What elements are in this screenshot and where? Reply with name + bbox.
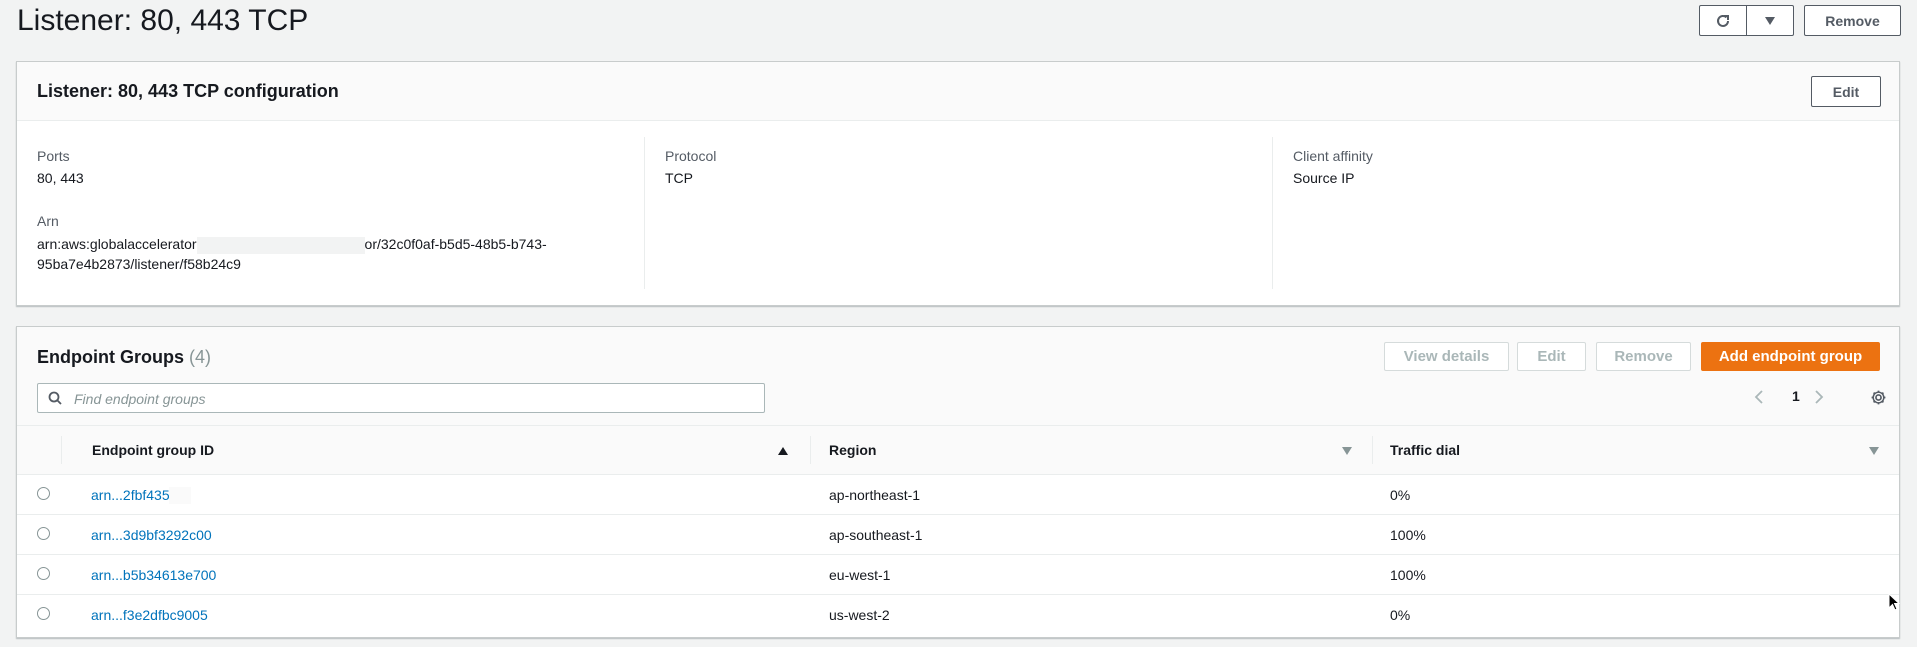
search-box[interactable]	[37, 383, 765, 413]
arn-label: Arn	[37, 213, 59, 229]
row-radio[interactable]	[37, 567, 50, 580]
refresh-button[interactable]	[1699, 5, 1747, 36]
table-header: Endpoint group ID Region Traffic dial	[17, 425, 1899, 475]
region-cell: us-west-2	[829, 607, 890, 623]
arn-value: arn:aws:globalaccelerator or/32c0f0af-b5d…	[37, 234, 597, 274]
actions-dropdown-button[interactable]	[1746, 5, 1794, 36]
column-divider	[1272, 137, 1273, 289]
column-label: Endpoint group ID	[92, 442, 215, 458]
table-row[interactable]: arn...2fbf4354 ap-northeast-1 0%	[17, 475, 1899, 515]
endpoint-group-id-cell: arn...3d9bf3292c00	[91, 515, 212, 555]
region-cell: ap-southeast-1	[829, 527, 923, 543]
endpoint-groups-count: (4)	[189, 347, 211, 367]
endpoint-group-link[interactable]: arn...b5b34613e700	[91, 567, 216, 583]
chevron-right-icon	[1815, 390, 1824, 404]
traffic-dial-cell: 100%	[1390, 567, 1426, 583]
endpoint-group-id-cell: arn...f3e2dfbc9005	[91, 595, 208, 635]
endpoint-group-link[interactable]: arn...3d9bf3292c00	[91, 527, 212, 543]
remove-listener-button[interactable]: Remove	[1804, 5, 1901, 36]
traffic-dial-cell: 0%	[1390, 607, 1411, 623]
gear-icon	[1871, 390, 1886, 405]
region-cell: eu-west-1	[829, 567, 891, 583]
client-affinity-label: Client affinity	[1293, 148, 1373, 164]
column-label: Region	[829, 442, 877, 458]
table-row[interactable]: arn...b5b34613e700 eu-west-1 100%	[17, 555, 1899, 595]
endpoint-groups-panel: Endpoint Groups (4) View details Edit Re…	[16, 326, 1900, 638]
edit-listener-button[interactable]: Edit	[1811, 76, 1881, 107]
previous-page-button[interactable]	[1753, 389, 1765, 410]
client-affinity-value: Source IP	[1293, 170, 1355, 186]
chevron-left-icon	[1754, 390, 1763, 404]
remove-endpoint-group-button[interactable]: Remove	[1596, 342, 1691, 371]
endpoint-group-id-cell: arn...b5b34613e700	[91, 555, 216, 595]
column-label: Traffic dial	[1390, 442, 1461, 458]
traffic-dial-cell: 100%	[1390, 527, 1426, 543]
add-endpoint-group-button[interactable]: Add endpoint group	[1701, 342, 1880, 371]
ports-label: Ports	[37, 148, 70, 164]
sort-ascending-icon	[778, 447, 788, 455]
redacted-region	[169, 486, 192, 504]
page-title: Listener: 80, 443 TCP	[17, 4, 309, 37]
search-icon	[48, 391, 62, 405]
arn-suffix: or/32c0f0af-b5d5-48b5-b743-	[364, 236, 547, 252]
view-details-button[interactable]: View details	[1384, 342, 1509, 371]
search-input[interactable]	[72, 387, 756, 411]
column-header-region[interactable]: Region	[829, 426, 1369, 474]
row-radio[interactable]	[37, 487, 50, 500]
column-divider	[61, 436, 62, 464]
region-cell: ap-northeast-1	[829, 487, 921, 503]
column-divider	[810, 436, 811, 464]
column-divider	[644, 137, 645, 289]
mouse-cursor-icon	[1888, 593, 1900, 611]
config-panel-header: Listener: 80, 443 TCP configuration Edit	[17, 62, 1899, 121]
row-radio[interactable]	[37, 527, 50, 540]
endpoint-groups-header: Endpoint Groups (4) View details Edit Re…	[17, 327, 1899, 425]
endpoint-group-id-cell: arn...2fbf4354	[91, 475, 192, 515]
arn-prefix: arn:aws:globalaccelerator	[37, 236, 197, 252]
table-row[interactable]: arn...3d9bf3292c00 ap-southeast-1 100%	[17, 515, 1899, 555]
traffic-dial-cell: 0%	[1390, 487, 1411, 503]
protocol-label: Protocol	[665, 148, 717, 164]
endpoint-group-link[interactable]: arn...f3e2dfbc9005	[91, 607, 208, 623]
column-divider	[1372, 436, 1373, 464]
refresh-icon	[1717, 14, 1729, 27]
redacted-region	[196, 236, 365, 254]
column-header-traffic-dial[interactable]: Traffic dial	[1390, 426, 1880, 474]
caret-down-icon	[1765, 16, 1775, 25]
table-preferences-button[interactable]	[1870, 389, 1887, 411]
next-page-button[interactable]	[1813, 389, 1825, 410]
sort-icon	[1869, 447, 1879, 455]
table-row[interactable]: arn...f3e2dfbc9005 us-west-2 0%	[17, 595, 1899, 635]
row-radio[interactable]	[37, 607, 50, 620]
protocol-value: TCP	[665, 170, 693, 186]
page-number[interactable]: 1	[1792, 388, 1800, 404]
endpoint-group-link[interactable]: arn...2fbf4354	[91, 487, 177, 503]
config-panel-title: Listener: 80, 443 TCP configuration	[37, 81, 339, 101]
ports-value: 80, 443	[37, 170, 84, 186]
sort-icon	[1342, 447, 1352, 455]
column-header-endpoint-group-id[interactable]: Endpoint group ID	[92, 426, 807, 474]
endpoint-groups-title: Endpoint Groups (4)	[37, 347, 211, 368]
edit-endpoint-group-button[interactable]: Edit	[1517, 342, 1586, 371]
arn-line2: 95ba7e4b2873/listener/f58b24c9	[37, 256, 241, 272]
listener-config-panel: Listener: 80, 443 TCP configuration Edit…	[16, 61, 1900, 306]
endpoint-groups-title-text: Endpoint Groups	[37, 347, 184, 367]
